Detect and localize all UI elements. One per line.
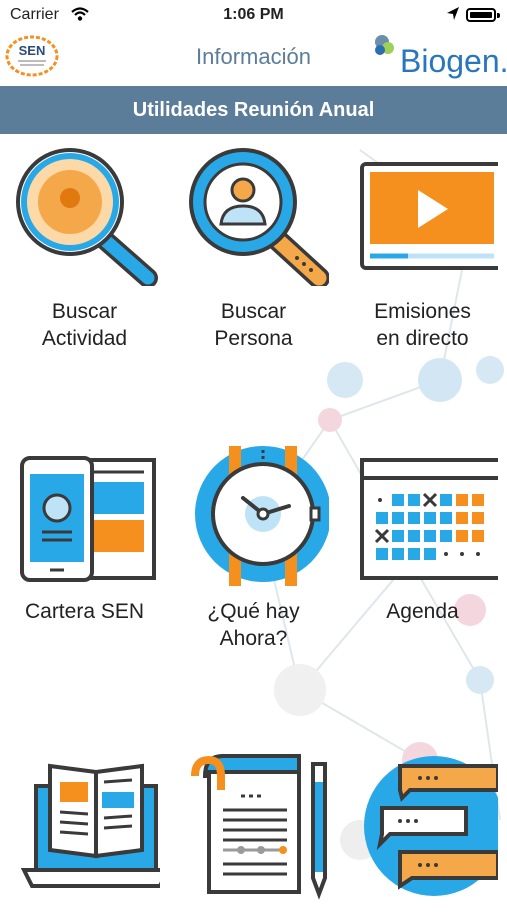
biogen-logo: Biogen. [375,35,506,79]
calendar-icon [359,458,498,580]
clock: 1:06 PM [223,6,284,23]
battery-icon [466,8,496,22]
tile-label: Buscar Persona [214,300,293,350]
document-pen-icon [190,754,327,900]
chat-bubbles-icon [363,756,498,896]
phone-portfolio-icon [19,456,156,582]
tile-label: Cartera SEN [24,600,145,623]
watch-icon [194,446,329,586]
search-activity-icon [15,148,158,286]
tile-emisiones-directo[interactable]: Emisiones en directo [338,146,507,352]
tile-cartera-sen[interactable]: Cartera SEN [0,454,169,625]
tile-buscar-actividad[interactable]: Buscar Actividad [0,146,169,352]
laptop-book-icon [20,763,160,888]
tile-chat[interactable] [338,746,507,912]
tile-agenda[interactable]: Agenda [338,454,507,625]
tile-label: ¿Qué hay Ahora? [207,600,300,650]
location-arrow-icon [447,7,459,20]
section-banner: Utilidades Reunión Anual [0,86,507,134]
nav-bar: SEN Información Biogen. [0,30,507,86]
tile-buscar-persona[interactable]: Buscar Persona [169,146,338,352]
status-bar: Carrier 1:06 PM [0,0,507,30]
tile-label: Emisiones en directo [374,300,471,350]
tile-documentos[interactable] [169,746,338,912]
live-video-icon [359,162,498,270]
tile-biblioteca[interactable] [0,756,169,912]
biogen-logo-text: Biogen. [400,43,506,79]
battery-tip [497,13,500,18]
tile-que-hay-ahora[interactable]: ¿Qué hay Ahora? [169,446,338,652]
tile-label: Buscar Actividad [41,300,128,350]
search-person-icon [188,148,329,286]
tile-label: Agenda [386,600,459,623]
